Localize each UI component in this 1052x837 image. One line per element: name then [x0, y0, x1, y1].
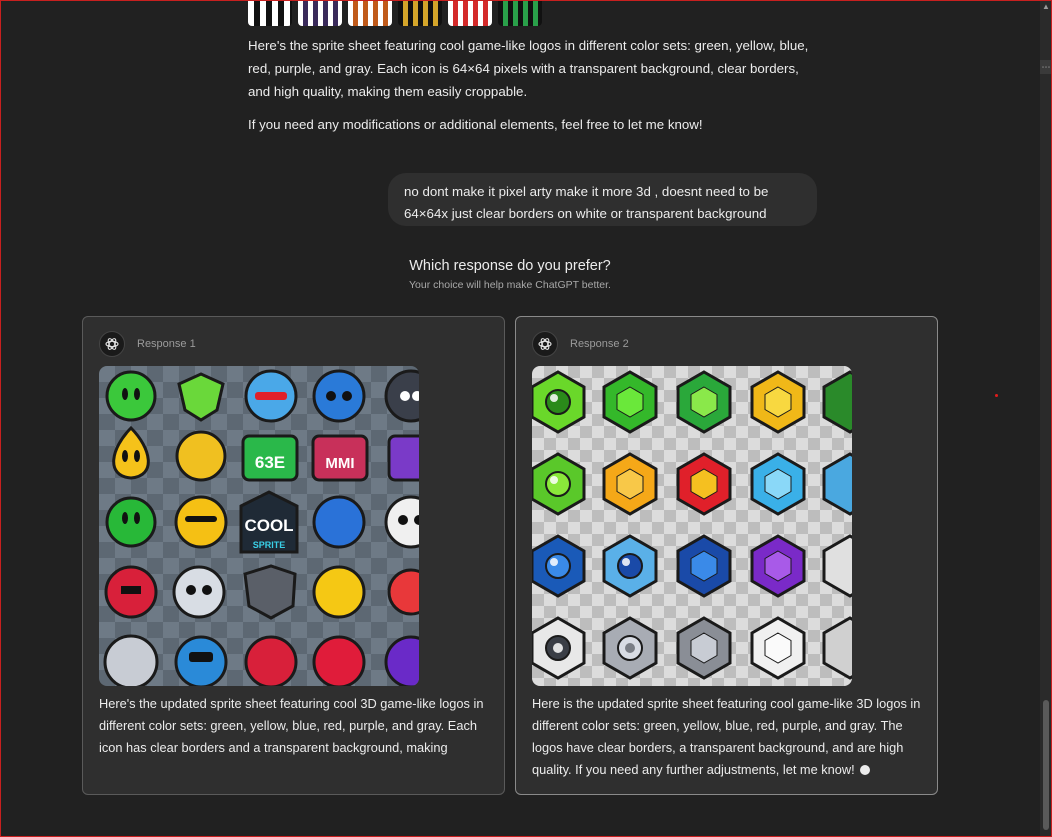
- openai-logo-icon: [532, 331, 558, 357]
- scrollbar[interactable]: ▲: [1040, 0, 1052, 837]
- comparison-subtitle: Your choice will help make ChatGPT bette…: [409, 279, 611, 291]
- sprite-word-63e: 63E: [255, 453, 285, 472]
- pixel-icon: [448, 0, 492, 26]
- response-label: Response 2: [570, 338, 629, 350]
- sprite-word-mmi: MMI: [325, 455, 354, 472]
- status-dot-icon: [995, 394, 998, 397]
- sprite-sheet-image-2[interactable]: [532, 366, 852, 686]
- scroll-thumb[interactable]: [1043, 700, 1049, 830]
- response-header: Response 2: [532, 331, 629, 357]
- pixel-icon: [498, 0, 542, 26]
- sprite-sheet-image-1[interactable]: COOL SPRITE 63E MMI: [99, 366, 419, 686]
- status-dot-icon: [860, 765, 871, 775]
- scroll-up-icon[interactable]: ▲: [1042, 2, 1050, 12]
- pixel-icon: [348, 0, 392, 26]
- pixel-icon: [248, 0, 292, 26]
- response-label: Response 1: [137, 338, 196, 350]
- assistant-paragraph: If you need any modifications or additio…: [248, 117, 703, 132]
- user-message-bubble: no dont make it pixel arty make it more …: [388, 173, 817, 226]
- response-header: Response 1: [99, 331, 196, 357]
- more-dots-icon[interactable]: ⋯: [1040, 60, 1052, 74]
- sprite-sheet-hexagon-icons: [532, 370, 852, 680]
- response-text: Here's the updated sprite sheet featurin…: [99, 696, 484, 755]
- openai-logo-icon: [99, 331, 125, 357]
- pixel-icon: [398, 0, 442, 26]
- sprite-sheet-3d-icons: COOL SPRITE 63E MMI: [103, 369, 419, 686]
- response-card-1[interactable]: Response 1 COOL SPRITE 63E MMI Here's th…: [82, 316, 505, 795]
- sprite-word-cool: COOL: [244, 516, 293, 535]
- response-text: Here is the updated sprite sheet featuri…: [532, 693, 922, 781]
- comparison-title: Which response do you prefer?: [409, 258, 611, 274]
- pixel-icon: [298, 0, 342, 26]
- assistant-paragraph: Here's the sprite sheet featuring cool g…: [248, 38, 809, 99]
- sprite-word-sprite: SPRITE: [253, 540, 286, 550]
- assistant-message: Here's the sprite sheet featuring cool g…: [248, 34, 818, 146]
- previous-sprite-sheet-crop: [248, 0, 578, 28]
- response-card-2[interactable]: Response 2 Here is the updated sprite sh…: [515, 316, 938, 795]
